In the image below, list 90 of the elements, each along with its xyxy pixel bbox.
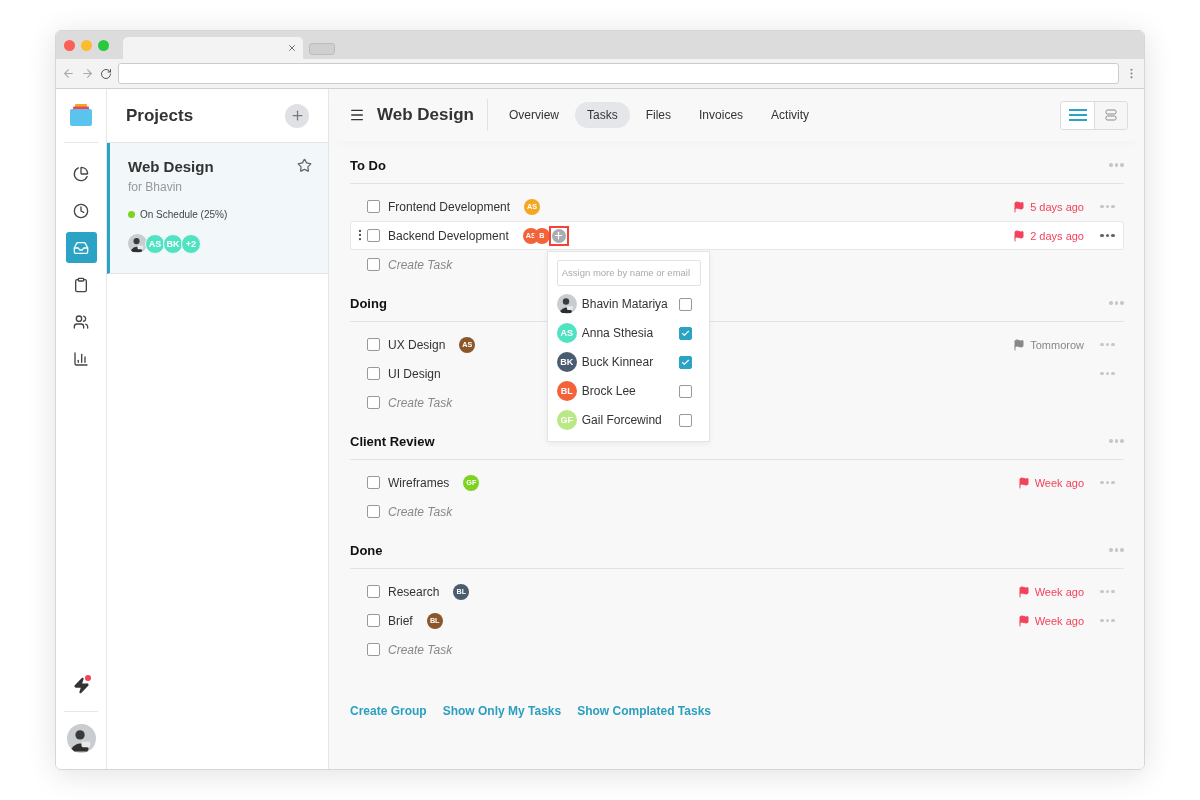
person-avatar: BK <box>556 352 577 372</box>
person-avatar: BL <box>556 381 577 401</box>
tab[interactable]: Overview <box>497 102 571 128</box>
task-name: Wireframes <box>388 475 450 490</box>
due-date: Week ago <box>1034 476 1084 489</box>
tab[interactable]: Files <box>633 102 684 128</box>
task-name: Frontend Development <box>388 199 511 214</box>
close-icon[interactable] <box>287 43 297 53</box>
inbox-icon <box>73 239 89 256</box>
person-name: Bhavin Matariya <box>581 297 669 311</box>
bar-chart-icon <box>73 350 89 367</box>
card-view-button[interactable] <box>1094 101 1127 129</box>
task-name: UX Design <box>388 337 446 352</box>
due-date: 2 days ago <box>1030 229 1084 242</box>
address-field[interactable] <box>118 63 1119 84</box>
reload-icon[interactable] <box>100 67 112 80</box>
create-task-field[interactable]: Create Task <box>388 504 1115 519</box>
checkbox[interactable] <box>367 476 380 489</box>
menu-icon[interactable] <box>349 107 365 123</box>
more-icon[interactable] <box>1100 233 1115 238</box>
checkbox[interactable] <box>678 413 692 427</box>
check-icon <box>680 357 690 367</box>
project-client: for Bhavin <box>128 180 184 194</box>
person-avatar: GF <box>556 410 577 430</box>
due-date: Week ago <box>1034 585 1084 598</box>
task-name: Brief <box>388 613 413 628</box>
checkbox[interactable] <box>367 643 380 656</box>
due-date: 5 days ago <box>1030 200 1084 213</box>
person-name: Anna Sthesia <box>581 326 655 340</box>
add-assignee-button[interactable] <box>548 225 569 246</box>
task-name: Backend Development <box>388 228 509 243</box>
person-name: Gail Forcewind <box>581 413 663 427</box>
clock-icon <box>73 202 89 219</box>
group-title: Doing <box>350 295 387 311</box>
tab[interactable]: Activity <box>759 102 822 128</box>
window-close-button[interactable] <box>64 39 75 51</box>
plus-icon <box>553 230 565 241</box>
person-name: Brock Lee <box>581 384 637 398</box>
task-name: Research <box>388 584 440 599</box>
project-card[interactable]: Web Design for Bhavin On Schedule (25%) AS BK +2 <box>107 143 328 274</box>
bolt-icon <box>72 677 90 694</box>
add-project-button[interactable] <box>285 103 309 128</box>
task-name: UI Design <box>388 366 441 381</box>
list-view-button[interactable] <box>1061 101 1094 129</box>
due-date: Tommorow <box>1030 338 1084 351</box>
checkbox[interactable] <box>367 367 380 380</box>
clipboard-icon <box>73 276 89 293</box>
project-status: On Schedule (25%) <box>140 209 228 220</box>
star-icon[interactable] <box>297 158 312 173</box>
forward-icon[interactable] <box>81 67 94 80</box>
checkbox[interactable] <box>678 384 692 398</box>
checkbox[interactable] <box>367 585 380 598</box>
checkbox[interactable] <box>367 396 380 409</box>
member-avatar: +2 <box>181 234 201 254</box>
checkbox[interactable] <box>367 229 380 242</box>
window-zoom-button[interactable] <box>98 39 109 51</box>
checkbox[interactable] <box>367 200 380 213</box>
list-icon <box>1068 109 1087 121</box>
user-avatar <box>128 234 147 253</box>
user-avatar <box>556 294 577 314</box>
panel-title: Projects <box>126 105 194 126</box>
member-avatar: BK <box>163 234 183 254</box>
group-title: To Do <box>350 157 386 173</box>
group-title: Client Review <box>350 433 435 449</box>
tab[interactable]: Tasks <box>575 102 630 128</box>
project-name: Web Design <box>128 158 214 175</box>
member-avatar: AS <box>145 234 165 254</box>
back-icon[interactable] <box>62 67 75 80</box>
checkbox[interactable] <box>678 326 692 340</box>
tab[interactable]: Invoices <box>687 102 756 128</box>
create-task-field[interactable]: Create Task <box>388 642 1115 657</box>
person-name: Buck Kinnear <box>581 355 655 369</box>
due-date: Week ago <box>1034 614 1084 627</box>
checkbox[interactable] <box>367 614 380 627</box>
checkbox[interactable] <box>678 355 692 369</box>
users-icon <box>73 313 89 330</box>
user-avatar <box>66 724 96 753</box>
checkbox[interactable] <box>367 338 380 351</box>
pie-chart-icon <box>73 165 89 182</box>
logo-icon <box>70 104 92 126</box>
group-title: Done <box>350 542 383 558</box>
checkbox[interactable] <box>678 297 692 311</box>
person-avatar: AS <box>556 323 577 343</box>
checkbox[interactable] <box>367 258 380 271</box>
check-icon <box>680 328 690 338</box>
checkbox[interactable] <box>367 505 380 518</box>
project-title: Web Design <box>377 99 488 131</box>
assign-search-field[interactable]: Assign more by name or email <box>556 259 701 286</box>
rows-icon <box>1105 109 1117 121</box>
plus-icon <box>289 108 305 123</box>
